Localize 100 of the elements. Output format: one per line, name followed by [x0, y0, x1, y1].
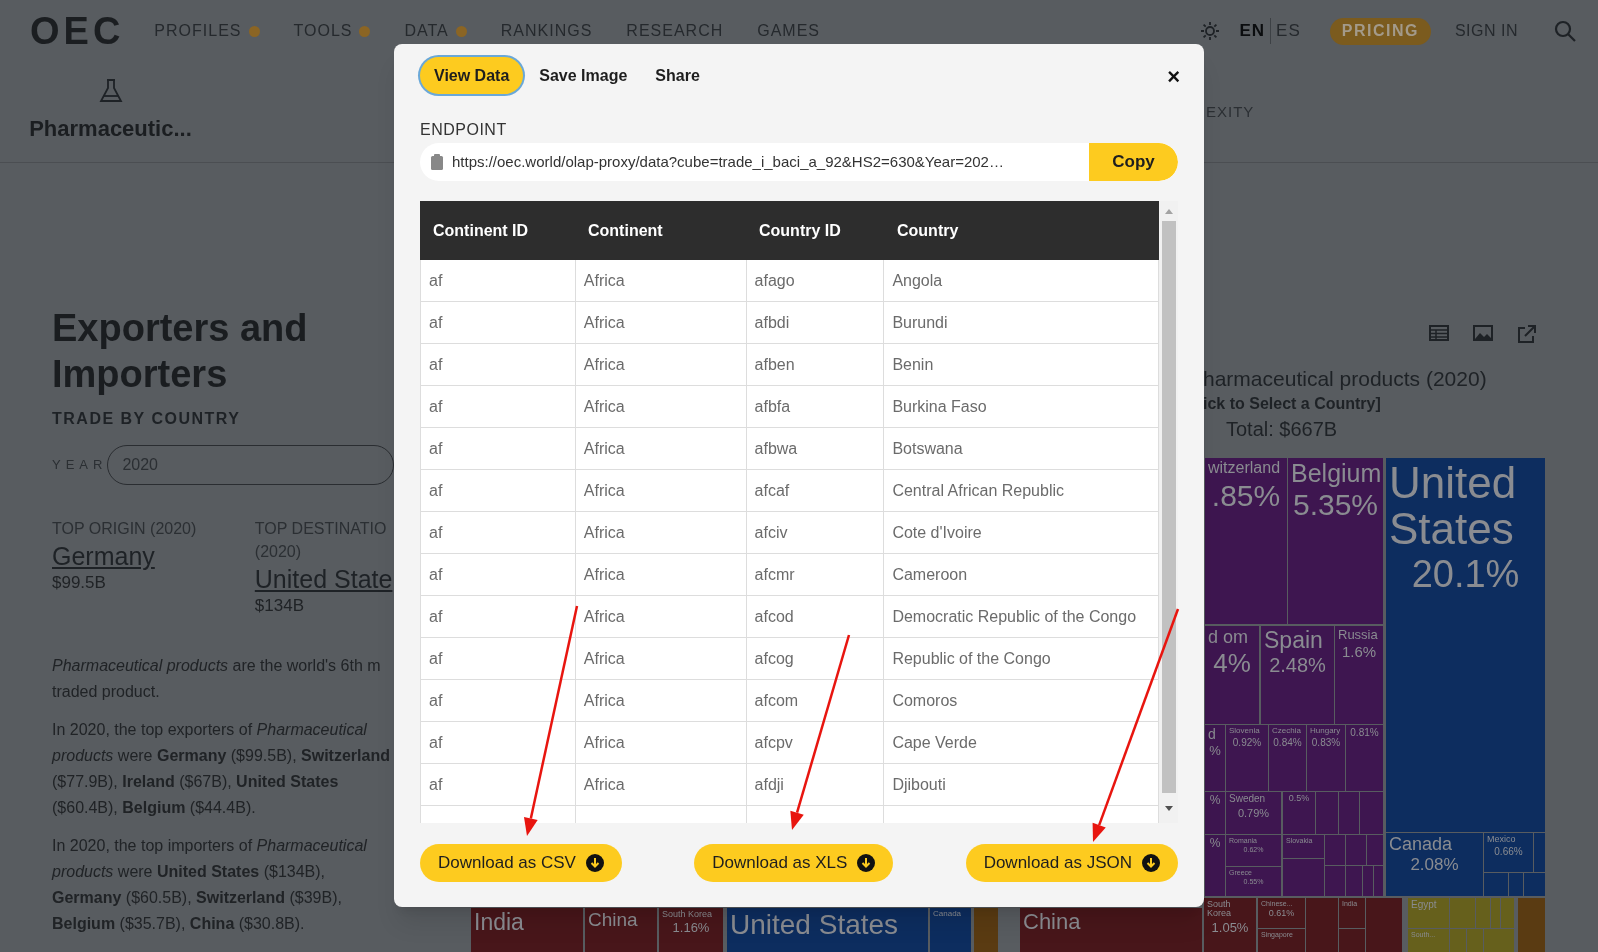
cell-label: d — [1208, 727, 1217, 742]
treemap-cell[interactable] — [1325, 835, 1345, 865]
external-link-icon[interactable] — [1517, 325, 1536, 344]
treemap-cell[interactable]: d % — [1205, 725, 1225, 791]
pricing-button[interactable]: PRICING — [1329, 17, 1431, 45]
table-cell: af — [421, 680, 576, 721]
treemap-cell[interactable] — [1339, 929, 1365, 952]
treemap-cell[interactable] — [1283, 859, 1324, 896]
copy-button[interactable]: Copy — [1089, 143, 1178, 181]
table-cell: afbfa — [746, 386, 885, 427]
sun-icon[interactable] — [1200, 21, 1221, 41]
treemap-cell[interactable]: d om 4% — [1205, 626, 1259, 724]
endpoint-field[interactable]: https://oec.world/olap-proxy/data?cube=trade_i_baci_a_92&HS2=630&Year=202… — [420, 143, 1089, 181]
table-cell: af — [421, 596, 576, 637]
cell-value: 0.66% — [1493, 846, 1524, 858]
treemap-cell[interactable] — [974, 908, 998, 952]
close-button[interactable]: × — [1167, 66, 1180, 88]
treemap-cell[interactable] — [1360, 792, 1383, 834]
scrollbar-thumb[interactable] — [1161, 221, 1176, 793]
table-icon[interactable] — [1429, 325, 1449, 341]
treemap-cell[interactable] — [1491, 898, 1500, 928]
modal-tab[interactable]: Share — [643, 57, 712, 94]
treemap-cell[interactable]: Czechia 0.84% — [1269, 725, 1306, 791]
treemap-cell[interactable] — [1450, 898, 1475, 928]
treemap-cell[interactable] — [1346, 835, 1366, 865]
treemap-cell[interactable] — [1374, 866, 1383, 896]
treemap-cell[interactable]: Canada — [930, 908, 971, 952]
download-button[interactable]: Download as CSV — [420, 844, 622, 882]
download-icon — [857, 854, 876, 872]
treemap-cell[interactable]: Sweden 0.79% — [1226, 792, 1281, 834]
table-cell: Central African Republic — [884, 470, 1159, 511]
treemap-cell[interactable] — [1367, 835, 1383, 865]
scroll-down-icon[interactable] — [1163, 805, 1174, 813]
cell-value: 0.5% — [1287, 794, 1311, 804]
treemap-cell[interactable] — [1363, 866, 1373, 896]
treemap-cell[interactable] — [1524, 873, 1545, 896]
treemap-cell[interactable]: Russia 1.6% — [1335, 626, 1383, 724]
table-cell: af — [421, 302, 576, 343]
treemap-cell[interactable] — [1501, 898, 1514, 928]
country-link[interactable]: United State — [254, 563, 394, 595]
treemap-cell[interactable] — [1346, 866, 1362, 896]
treemap-cell[interactable]: Spain 2.48% — [1261, 626, 1334, 724]
language-option[interactable]: EN — [1234, 18, 1271, 44]
cell-value: 1.6% — [1340, 643, 1378, 661]
treemap-cell[interactable]: Hungary 0.83% — [1307, 725, 1345, 791]
section-heading: Exporters and Importers — [52, 306, 309, 397]
treemap-cell[interactable]: witzerland .85% — [1205, 458, 1287, 624]
download-button[interactable]: Download as XLS — [694, 844, 894, 882]
description-paragraph: In 2020, the top exporters of Pharmaceutical products were Germany ($99.5B), Switzerland ($77.9B), Ireland ($67B), United States ($60.4B), Belgium ($44.4B). — [52, 720, 391, 818]
treemap-cell[interactable]: South Korea 1.05% — [1204, 898, 1256, 952]
table-cell: afbdi — [746, 302, 885, 343]
treemap-cell[interactable]: India — [471, 908, 583, 952]
table-cell: afdji — [746, 764, 885, 805]
table-cell: Democratic Republic of the Congo — [884, 596, 1159, 637]
table-cell: Djibouti — [884, 764, 1159, 805]
logo[interactable]: OEC — [30, 12, 125, 50]
table-cell: af — [421, 638, 576, 679]
treemap-cell[interactable] — [1467, 929, 1483, 952]
table-cell: Africa — [575, 764, 747, 805]
treemap-cell[interactable] — [1316, 792, 1338, 834]
cell-label: South Korea — [662, 910, 714, 920]
treemap-cell[interactable]: % — [1205, 835, 1225, 896]
cell-value: % — [1208, 743, 1222, 758]
treemap-cell[interactable]: South Korea 1.16% — [659, 908, 723, 952]
cell-value: 2.08% — [1409, 855, 1460, 875]
image-icon[interactable] — [1473, 325, 1493, 341]
cell-value: 4% — [1212, 648, 1252, 678]
treemap-cell[interactable]: China — [1020, 908, 1202, 952]
modal-tab[interactable]: View Data — [420, 57, 524, 94]
table-cell: afcog — [746, 638, 885, 679]
treemap-cell[interactable] — [1450, 929, 1466, 952]
treemap-cell[interactable]: Mexico 0.66% — [1484, 833, 1533, 872]
treemap-cell[interactable] — [1484, 929, 1514, 952]
treemap-cell[interactable] — [1534, 833, 1545, 872]
modal-tab[interactable]: Save Image — [527, 57, 640, 94]
treemap-cell[interactable] — [1476, 898, 1490, 928]
treemap-cell[interactable]: 0.81% — [1346, 725, 1383, 791]
treemap-cell[interactable] — [1366, 898, 1402, 952]
scroll-up-icon[interactable] — [1163, 207, 1174, 215]
download-button[interactable]: Download as JSON — [965, 844, 1178, 882]
treemap-cell[interactable]: % — [1205, 792, 1225, 834]
search-icon[interactable] — [1554, 20, 1576, 42]
treemap-cell[interactable] — [1484, 873, 1508, 896]
cell-label: Hungary — [1310, 727, 1342, 736]
treemap-cell[interactable]: China — [585, 908, 657, 952]
treemap-cell[interactable] — [1339, 792, 1359, 834]
treemap-cell[interactable] — [1518, 898, 1545, 952]
table-cell: af — [421, 260, 576, 301]
cell-value: 0.61% — [1267, 909, 1296, 920]
treemap-cell[interactable] — [1306, 898, 1338, 952]
treemap-cell[interactable]: United States 20.1% — [1386, 458, 1545, 832]
treemap-cell[interactable]: Slovenia 0.92% — [1226, 725, 1268, 791]
treemap-cell[interactable]: United States — [727, 908, 928, 952]
table-cell: Comoros — [884, 680, 1159, 721]
treemap-cell[interactable] — [1509, 873, 1523, 896]
treemap-cell[interactable]: 0.5% — [1283, 792, 1315, 834]
treemap-cell[interactable]: Belgium 5.35% — [1288, 458, 1383, 624]
country-link[interactable]: Germany — [52, 540, 255, 572]
treemap-cell[interactable] — [1325, 866, 1345, 896]
treemap-cell[interactable]: Canada 2.08% — [1386, 833, 1483, 896]
